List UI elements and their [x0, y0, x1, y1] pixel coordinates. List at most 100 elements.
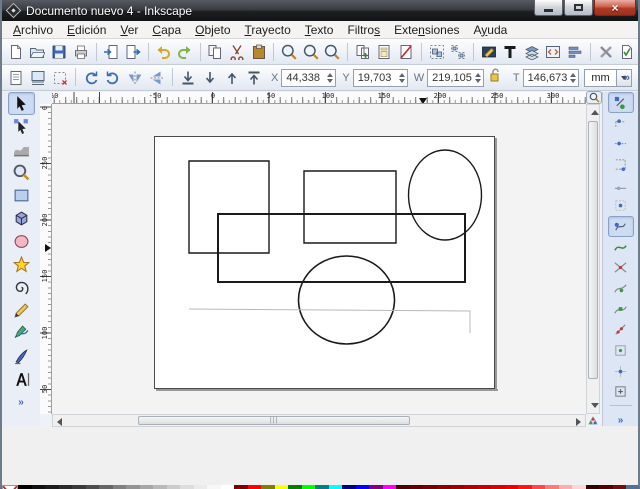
- create-clone-icon[interactable]: [374, 41, 396, 63]
- color-swatch[interactable]: [518, 485, 532, 489]
- color-swatch[interactable]: [545, 485, 559, 489]
- print-document-icon[interactable]: [70, 41, 92, 63]
- minimize-button[interactable]: [534, 0, 563, 16]
- snap-nodes-icon[interactable]: [608, 216, 634, 237]
- scroll-down-icon[interactable]: [591, 403, 599, 408]
- text-tool[interactable]: [8, 368, 35, 391]
- color-swatch[interactable]: [369, 485, 383, 489]
- new-document-icon[interactable]: [5, 41, 27, 63]
- raise-icon[interactable]: [221, 67, 243, 89]
- flip-vertical-icon[interactable]: [146, 67, 168, 89]
- menu-extensiones[interactable]: Extensiones: [387, 22, 466, 38]
- rotate-ccw-icon[interactable]: [80, 67, 102, 89]
- menu-edicion[interactable]: Edición: [60, 22, 113, 38]
- spiral-tool[interactable]: [8, 276, 35, 299]
- horizontal-scroll-thumb[interactable]: |||: [138, 416, 410, 425]
- ellipse-tool[interactable]: [8, 230, 35, 253]
- w-field[interactable]: 219,105: [427, 69, 484, 87]
- menu-objeto[interactable]: Objeto: [188, 22, 237, 38]
- color-swatch[interactable]: [491, 485, 505, 489]
- color-swatch[interactable]: [478, 485, 492, 489]
- snap-paths-icon[interactable]: [608, 237, 634, 258]
- snap-line-midpoints-icon[interactable]: [608, 319, 634, 340]
- color-swatch[interactable]: [72, 485, 86, 489]
- menu-filtros[interactable]: Filtros: [340, 22, 387, 38]
- raise-to-top-icon[interactable]: [243, 67, 265, 89]
- text-dialog-icon[interactable]: [499, 41, 521, 63]
- color-swatch[interactable]: [113, 485, 127, 489]
- y-field[interactable]: 19,703: [353, 69, 408, 87]
- palette-scroll-left-icon[interactable]: [626, 485, 634, 489]
- color-swatch[interactable]: [261, 485, 275, 489]
- zoom-selection-icon[interactable]: [278, 41, 300, 63]
- color-swatch[interactable]: [315, 485, 329, 489]
- color-swatch[interactable]: [153, 485, 167, 489]
- color-swatch[interactable]: [99, 485, 113, 489]
- scroll-left-icon[interactable]: [57, 418, 62, 426]
- color-swatch[interactable]: [248, 485, 262, 489]
- zoom-page-icon[interactable]: [322, 41, 344, 63]
- no-color-swatch[interactable]: [2, 485, 18, 489]
- snap-bbox-edge-midpoints-icon[interactable]: [608, 175, 634, 196]
- layers-dialog-icon[interactable]: [521, 41, 543, 63]
- horizontal-scrollbar[interactable]: |||: [52, 414, 586, 427]
- separator[interactable]: [469, 42, 478, 62]
- color-swatch[interactable]: [356, 485, 370, 489]
- snap-object-centers-icon[interactable]: [608, 340, 634, 361]
- color-swatch[interactable]: [140, 485, 154, 489]
- selector-tool[interactable]: [8, 92, 35, 115]
- bezier-pen-tool[interactable]: [8, 322, 35, 345]
- color-swatch[interactable]: [613, 485, 627, 489]
- color-swatch[interactable]: [221, 485, 235, 489]
- lock-dimensions-icon[interactable]: [489, 68, 502, 87]
- separator[interactable]: [71, 67, 80, 87]
- xml-editor-icon[interactable]: [543, 41, 565, 63]
- lower-icon[interactable]: [199, 67, 221, 89]
- group-icon[interactable]: [426, 41, 448, 63]
- menu-capa[interactable]: Capa: [145, 22, 188, 38]
- lower-to-bottom-icon[interactable]: [177, 67, 199, 89]
- snapbar-overflow-button[interactable]: »: [618, 415, 624, 426]
- color-swatch[interactable]: [464, 485, 478, 489]
- tweak-tool[interactable]: [8, 138, 35, 161]
- import-icon[interactable]: [100, 41, 122, 63]
- drawing-canvas[interactable]: [52, 104, 586, 414]
- snap-smooth-nodes-icon[interactable]: [608, 299, 634, 320]
- menu-texto[interactable]: Texto: [298, 22, 341, 38]
- snap-bbox-corners-icon[interactable]: [608, 154, 634, 175]
- color-swatch[interactable]: [410, 485, 424, 489]
- color-swatch[interactable]: [180, 485, 194, 489]
- separator[interactable]: [417, 42, 426, 62]
- color-swatch[interactable]: [505, 485, 519, 489]
- undo-icon[interactable]: [152, 41, 174, 63]
- calligraphy-tool[interactable]: [8, 345, 35, 368]
- flip-horizontal-icon[interactable]: [124, 67, 146, 89]
- color-swatch[interactable]: [572, 485, 586, 489]
- align-dialog-icon[interactable]: [564, 41, 586, 63]
- separator[interactable]: [196, 42, 205, 62]
- color-swatch[interactable]: [342, 485, 356, 489]
- title-bar[interactable]: Documento nuevo 4 - Inkscape ×: [2, 0, 638, 21]
- separator[interactable]: [586, 42, 595, 62]
- maximize-button[interactable]: [564, 0, 593, 16]
- menu-trayecto[interactable]: Trayecto: [238, 22, 298, 38]
- snap-page-border-icon[interactable]: [608, 381, 634, 402]
- color-swatch[interactable]: [423, 485, 437, 489]
- zoom-drawing-icon[interactable]: [300, 41, 322, 63]
- separator[interactable]: [144, 42, 153, 62]
- pencil-tool[interactable]: [8, 299, 35, 322]
- cut-icon[interactable]: [226, 41, 248, 63]
- rotate-cw-icon[interactable]: [102, 67, 124, 89]
- snap-path-intersections-icon[interactable]: [608, 257, 634, 278]
- color-swatch[interactable]: [396, 485, 410, 489]
- color-swatch[interactable]: [559, 485, 573, 489]
- menu-ayuda[interactable]: Ayuda: [467, 22, 515, 38]
- color-swatch[interactable]: [599, 485, 613, 489]
- menu-archivo[interactable]: Archivo: [6, 22, 60, 38]
- open-document-icon[interactable]: [27, 41, 49, 63]
- preferences-icon[interactable]: [595, 41, 617, 63]
- color-swatch[interactable]: [86, 485, 100, 489]
- redo-icon[interactable]: [174, 41, 196, 63]
- gray-line-shape[interactable]: [189, 309, 470, 333]
- select-all-layers-icon[interactable]: [27, 67, 49, 89]
